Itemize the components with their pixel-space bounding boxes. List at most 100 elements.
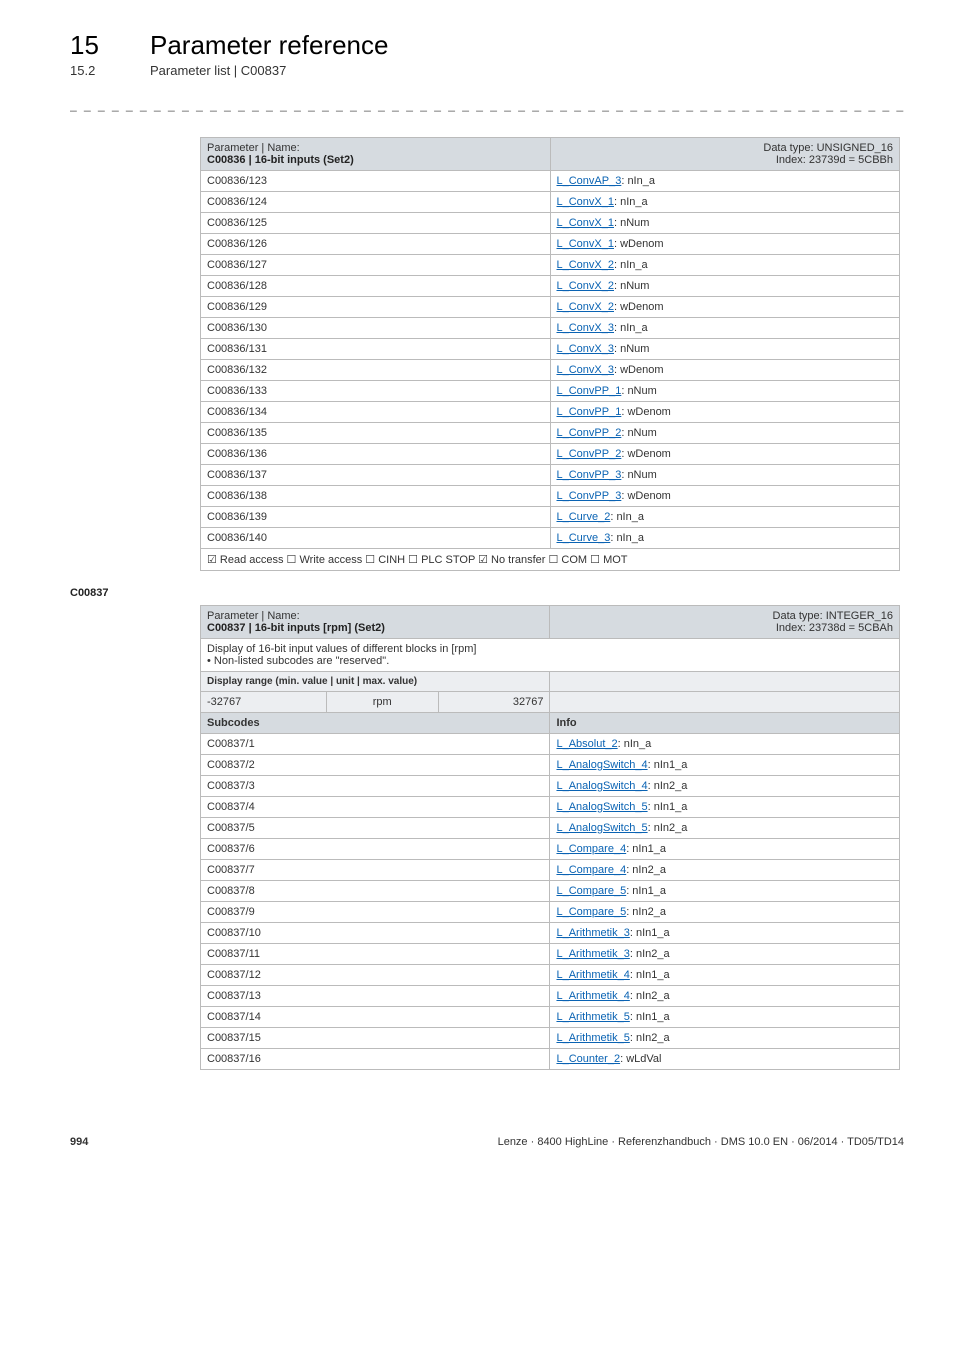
fb-link[interactable]: L_ConvAP_3 [557, 175, 622, 187]
subcode-cell: C00836/132 [201, 360, 551, 381]
range-unit: rpm [326, 692, 438, 713]
fb-link[interactable]: L_AnalogSwitch_4 [556, 780, 647, 792]
fb-link[interactable]: L_ConvPP_1 [557, 385, 622, 397]
info-cell: L_Curve_3: nIn_a [550, 528, 900, 549]
info-cell: L_ConvX_3: nIn_a [550, 318, 900, 339]
subcode-cell: C00836/123 [201, 171, 551, 192]
description-line: • Non-listed subcodes are "reserved". [207, 655, 893, 667]
fb-link[interactable]: L_ConvX_1 [557, 217, 615, 229]
subcode-cell: C00836/138 [201, 486, 551, 507]
fb-link[interactable]: L_Compare_4 [556, 843, 626, 855]
fb-link[interactable]: L_Curve_2 [557, 511, 611, 523]
info-cell: L_ConvPP_3: wDenom [550, 486, 900, 507]
info-header: Info [550, 713, 900, 734]
display-range-label: Display range (min. value | unit | max. … [201, 672, 550, 692]
subcode-cell: C00836/140 [201, 528, 551, 549]
subcode-cell: C00836/133 [201, 381, 551, 402]
fb-link[interactable]: L_ConvX_2 [557, 280, 615, 292]
section-number: 15.2 [70, 63, 130, 78]
section-title: Parameter list | C00837 [150, 63, 286, 78]
divider: _ _ _ _ _ _ _ _ _ _ _ _ _ _ _ _ _ _ _ _ … [70, 98, 904, 112]
fb-link[interactable]: L_Curve_3 [557, 532, 611, 544]
param-name: C00837 | 16-bit inputs [rpm] (Set2) [207, 622, 543, 634]
subcodes-header: Subcodes [201, 713, 550, 734]
subcode-cell: C00837/4 [201, 797, 550, 818]
fb-link[interactable]: L_ConvX_3 [557, 343, 615, 355]
fb-link[interactable]: L_ConvPP_1 [557, 406, 622, 418]
info-cell: L_ConvPP_1: wDenom [550, 402, 900, 423]
subcode-cell: C00837/14 [201, 1007, 550, 1028]
fb-link[interactable]: L_AnalogSwitch_5 [556, 801, 647, 813]
fb-link[interactable]: L_AnalogSwitch_4 [556, 759, 647, 771]
subcode-cell: C00836/139 [201, 507, 551, 528]
data-type: Data type: INTEGER_16 [556, 610, 893, 622]
fb-link[interactable]: L_ConvX_3 [557, 364, 615, 376]
chapter-title: Parameter reference [150, 30, 388, 61]
subcode-cell: C00837/8 [201, 881, 550, 902]
info-cell: L_Compare_5: nIn1_a [550, 881, 900, 902]
fb-link[interactable]: L_ConvX_2 [557, 259, 615, 271]
fb-link[interactable]: L_Compare_4 [556, 864, 626, 876]
subcode-cell: C00837/6 [201, 839, 550, 860]
subcode-cell: C00837/2 [201, 755, 550, 776]
subcode-cell: C00836/137 [201, 465, 551, 486]
subcode-cell: C00836/135 [201, 423, 551, 444]
info-cell: L_Counter_2: wLdVal [550, 1049, 900, 1070]
fb-link[interactable]: L_ConvPP_2 [557, 427, 622, 439]
data-type: Data type: UNSIGNED_16 [557, 142, 894, 154]
fb-link[interactable]: L_Arithmetik_3 [556, 927, 629, 939]
fb-link[interactable]: L_ConvX_3 [557, 322, 615, 334]
info-cell: L_Compare_5: nIn2_a [550, 902, 900, 923]
range-min: -32767 [201, 692, 327, 713]
fb-link[interactable]: L_Arithmetik_5 [556, 1032, 629, 1044]
fb-link[interactable]: L_Arithmetik_4 [556, 990, 629, 1002]
info-cell: L_Arithmetik_5: nIn2_a [550, 1028, 900, 1049]
subcode-cell: C00836/130 [201, 318, 551, 339]
info-cell: L_ConvX_2: wDenom [550, 297, 900, 318]
param-label: Parameter | Name: [207, 610, 543, 622]
fb-link[interactable]: L_Counter_2 [556, 1053, 620, 1065]
fb-link[interactable]: L_ConvX_2 [557, 301, 615, 313]
subcode-cell: C00837/1 [201, 734, 550, 755]
data-index: Index: 23738d = 5CBAh [556, 622, 893, 634]
fb-link[interactable]: L_Arithmetik_3 [556, 948, 629, 960]
info-cell: L_Absolut_2: nIn_a [550, 734, 900, 755]
description-line: Display of 16-bit input values of differ… [207, 643, 893, 655]
info-cell: L_ConvPP_3: nNum [550, 465, 900, 486]
info-cell: L_ConvX_2: nIn_a [550, 255, 900, 276]
subcode-cell: C00836/124 [201, 192, 551, 213]
fb-link[interactable]: L_ConvPP_3 [557, 469, 622, 481]
fb-link[interactable]: L_ConvX_1 [557, 238, 615, 250]
param-name: C00836 | 16-bit inputs (Set2) [207, 154, 544, 166]
subcode-cell: C00836/131 [201, 339, 551, 360]
subcode-cell: C00837/16 [201, 1049, 550, 1070]
info-cell: L_ConvX_1: nIn_a [550, 192, 900, 213]
info-cell: L_Arithmetik_3: nIn2_a [550, 944, 900, 965]
fb-link[interactable]: L_Absolut_2 [556, 738, 617, 750]
info-cell: L_ConvX_3: wDenom [550, 360, 900, 381]
table-c00836: Parameter | Name: C00836 | 16-bit inputs… [200, 137, 900, 571]
info-cell: L_ConvX_3: nNum [550, 339, 900, 360]
fb-link[interactable]: L_ConvX_1 [557, 196, 615, 208]
fb-link[interactable]: L_ConvPP_3 [557, 490, 622, 502]
chapter-number: 15 [70, 30, 130, 61]
subcode-cell: C00837/12 [201, 965, 550, 986]
data-index: Index: 23739d = 5CBBh [557, 154, 894, 166]
fb-link[interactable]: L_ConvPP_2 [557, 448, 622, 460]
fb-link[interactable]: L_Compare_5 [556, 906, 626, 918]
subcode-cell: C00836/136 [201, 444, 551, 465]
table-c00837: Parameter | Name: C00837 | 16-bit inputs… [200, 605, 900, 1070]
info-cell: L_ConvX_2: nNum [550, 276, 900, 297]
fb-link[interactable]: L_AnalogSwitch_5 [556, 822, 647, 834]
info-cell: L_AnalogSwitch_4: nIn2_a [550, 776, 900, 797]
fb-link[interactable]: L_Arithmetik_4 [556, 969, 629, 981]
info-cell: L_ConvX_1: nNum [550, 213, 900, 234]
subcode-cell: C00836/126 [201, 234, 551, 255]
subcode-cell: C00837/9 [201, 902, 550, 923]
fb-link[interactable]: L_Arithmetik_5 [556, 1011, 629, 1023]
subcode-cell: C00836/134 [201, 402, 551, 423]
page-number: 994 [70, 1136, 88, 1148]
fb-link[interactable]: L_Compare_5 [556, 885, 626, 897]
subcode-cell: C00837/11 [201, 944, 550, 965]
info-cell: L_Compare_4: nIn1_a [550, 839, 900, 860]
